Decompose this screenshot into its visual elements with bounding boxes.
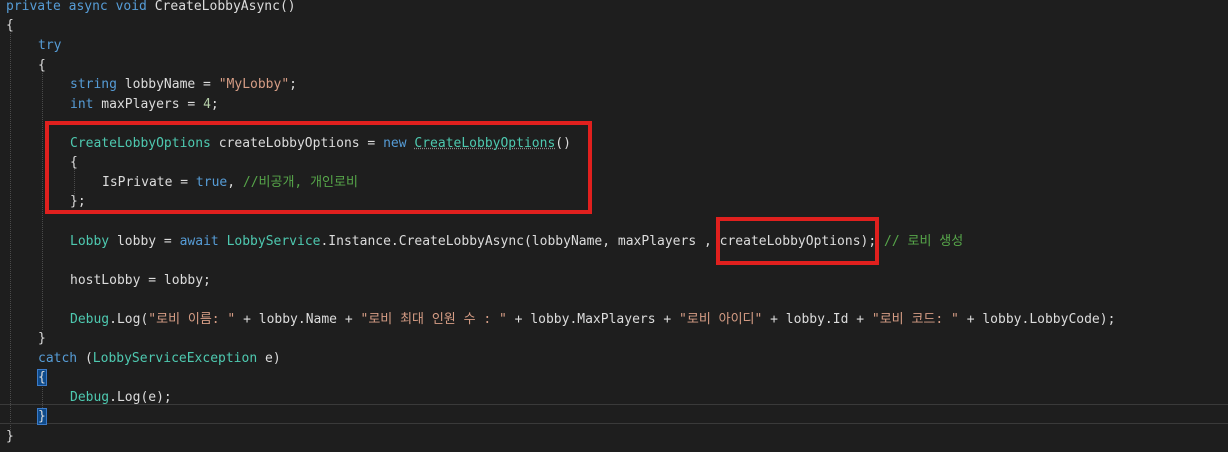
keyword-token: await xyxy=(179,234,227,249)
code-line-7: CreateLobbyOptions createLobbyOptions = … xyxy=(70,134,571,153)
brace-token: { xyxy=(38,58,46,73)
string-token: "로비 아이디" xyxy=(679,312,763,327)
type-token: Debug xyxy=(70,390,110,405)
brace-token: }; xyxy=(70,194,86,209)
punctuation-token: ( xyxy=(77,351,93,366)
keyword-token: private async void xyxy=(6,0,155,14)
code-line-1: private async void CreateLobbyAsync() xyxy=(6,0,296,16)
number-token: 4 xyxy=(203,97,211,112)
comment-token: // 로비 생성 xyxy=(876,234,964,249)
punctuation-token: ; xyxy=(289,77,297,92)
indent-guide xyxy=(42,70,43,330)
call-token: .Log(e); xyxy=(109,390,172,405)
code-line-5: string lobbyName = "MyLobby"; xyxy=(70,75,297,94)
code-line-19: } xyxy=(6,427,14,446)
code-line-3: try xyxy=(38,36,61,55)
type-token: LobbyService xyxy=(226,234,321,249)
code-line-10: }; xyxy=(70,192,86,211)
code-line-8: { xyxy=(70,153,78,172)
constructor-token: CreateLobbyOptions xyxy=(414,136,556,151)
punctuation-token: () xyxy=(279,0,296,14)
expression-token: + lobby.Id + xyxy=(762,312,872,327)
indent-guide xyxy=(10,30,11,430)
identifier-token: IsPrivate = xyxy=(102,175,196,190)
brace-token: { xyxy=(6,18,14,33)
punctuation-token: () xyxy=(555,136,571,151)
code-line-16: { xyxy=(37,368,47,387)
identifier-token: maxPlayers = xyxy=(93,97,204,112)
expression-token: + lobby.MaxPlayers + xyxy=(506,312,680,327)
brace-token: { xyxy=(70,155,78,170)
punctuation-token: ; xyxy=(210,97,219,112)
keyword-token: new xyxy=(383,136,415,151)
code-line-11: Lobby lobby = await LobbyService.Instanc… xyxy=(70,232,963,251)
identifier-token: createLobbyOptions = xyxy=(210,136,384,151)
method-name-token: CreateLobbyAsync xyxy=(154,0,280,14)
brace-token: } xyxy=(37,408,47,425)
call-token: .Log( xyxy=(109,312,149,327)
code-line-6: int maxPlayers = 4; xyxy=(70,95,219,114)
type-keyword-token: string xyxy=(70,77,117,92)
string-token: "로비 코드: " xyxy=(871,312,959,327)
type-token: Lobby xyxy=(70,234,110,249)
statement-token: hostLobby = lobby; xyxy=(70,273,211,288)
code-line-4: { xyxy=(38,56,46,75)
identifier-token: lobbyName = xyxy=(116,77,219,92)
type-token: Debug xyxy=(70,312,110,327)
string-token: "MyLobby" xyxy=(218,77,290,92)
identifier-token: lobby = xyxy=(109,234,180,249)
code-line-14: } xyxy=(38,329,46,348)
string-token: "로비 이름: " xyxy=(148,312,236,327)
code-line-15: catch (LobbyServiceException e) xyxy=(38,349,281,368)
code-line-12: hostLobby = lobby; xyxy=(70,271,211,290)
string-token: "로비 최대 인원 수 : " xyxy=(360,312,507,327)
brace-token: } xyxy=(6,429,14,444)
expression-token: + lobby.Name + xyxy=(235,312,361,327)
type-token: LobbyServiceException xyxy=(92,351,258,366)
brace-token: } xyxy=(38,331,46,346)
punctuation-token: e) xyxy=(257,351,281,366)
code-line-2: { xyxy=(6,16,14,35)
keyword-token: true xyxy=(195,175,228,190)
expression-token: + lobby.LobbyCode); xyxy=(958,312,1116,327)
current-line-highlight xyxy=(0,404,1228,424)
type-keyword-token: int xyxy=(70,97,94,112)
type-token: CreateLobbyOptions xyxy=(70,136,211,151)
keyword-token: try xyxy=(38,38,62,53)
call-token: .Instance.CreateLobbyAsync(lobbyName, ma… xyxy=(320,234,877,249)
code-line-9: IsPrivate = true, //비공개, 개인로비 xyxy=(102,173,358,192)
comment-token: //비공개, 개인로비 xyxy=(242,175,358,190)
punctuation-token: , xyxy=(227,175,243,190)
brace-token: { xyxy=(37,369,47,386)
code-line-18: } xyxy=(37,407,47,426)
keyword-token: catch xyxy=(38,351,78,366)
code-line-13: Debug.Log("로비 이름: " + lobby.Name + "로비 최… xyxy=(70,310,1115,329)
code-line-17: Debug.Log(e); xyxy=(70,388,172,407)
code-editor[interactable]: private async void CreateLobbyAsync() { … xyxy=(0,0,1228,452)
